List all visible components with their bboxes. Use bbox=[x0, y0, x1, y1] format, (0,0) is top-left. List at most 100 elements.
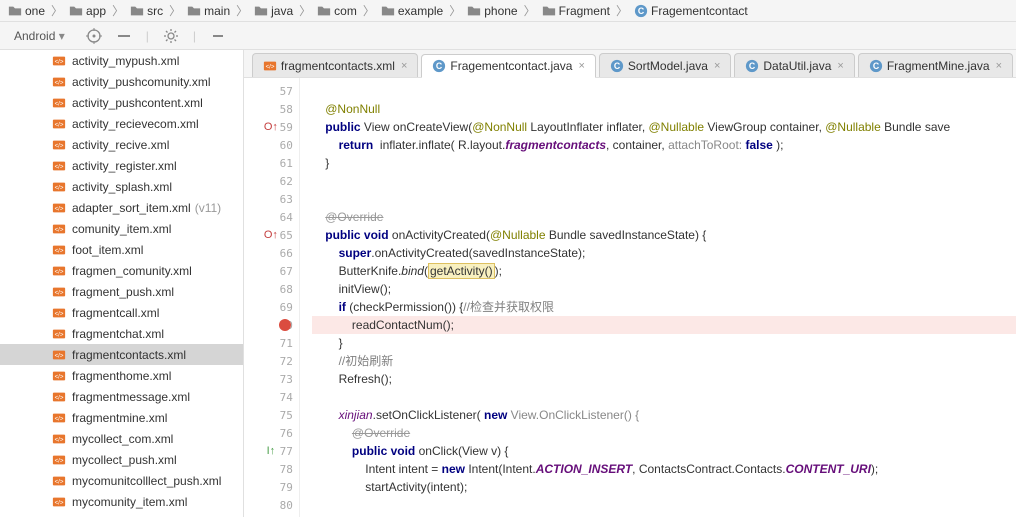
close-icon[interactable]: × bbox=[401, 60, 407, 72]
line-number[interactable]: 74 bbox=[244, 388, 299, 406]
file-item[interactable]: </>activity_recievecom.xml bbox=[0, 113, 243, 134]
file-item[interactable]: </>mycomunity_item.xml bbox=[0, 491, 243, 512]
hide-panel-icon[interactable] bbox=[210, 28, 226, 44]
override-marker[interactable]: O↑ bbox=[265, 118, 277, 136]
file-item[interactable]: </>fragmentmessage.xml bbox=[0, 386, 243, 407]
editor-tab[interactable]: CDataUtil.java× bbox=[734, 53, 854, 77]
code-line[interactable]: //初始刷新 bbox=[312, 352, 1016, 370]
line-number[interactable]: 70 bbox=[244, 316, 299, 334]
line-number[interactable]: 58 bbox=[244, 100, 299, 118]
code-line[interactable]: startActivity(intent); bbox=[312, 478, 1016, 496]
line-number[interactable]: 59O↑ bbox=[244, 118, 299, 136]
file-item[interactable]: </>fragmentmine.xml bbox=[0, 407, 243, 428]
line-number[interactable]: 63 bbox=[244, 190, 299, 208]
line-number[interactable]: 72 bbox=[244, 352, 299, 370]
line-number[interactable]: 57 bbox=[244, 82, 299, 100]
file-item[interactable]: </>fragmen_comunity.xml bbox=[0, 260, 243, 281]
file-item[interactable]: </>fragmentchat.xml bbox=[0, 323, 243, 344]
code-line[interactable] bbox=[312, 496, 1016, 514]
code-line[interactable]: ButterKnife.bind(getActivity()); bbox=[312, 262, 1016, 280]
breadcrumb-item[interactable]: app bbox=[65, 4, 110, 18]
code-line[interactable]: public void onActivityCreated(@Nullable … bbox=[312, 226, 1016, 244]
breakpoint-icon[interactable] bbox=[279, 319, 291, 331]
line-number[interactable]: 77I↑ bbox=[244, 442, 299, 460]
line-number[interactable]: 75 bbox=[244, 406, 299, 424]
line-number[interactable]: 64 bbox=[244, 208, 299, 226]
file-item[interactable]: </>activity_splash.xml bbox=[0, 176, 243, 197]
line-number[interactable]: 67 bbox=[244, 262, 299, 280]
code-line[interactable] bbox=[312, 190, 1016, 208]
line-number[interactable]: 76 bbox=[244, 424, 299, 442]
line-number[interactable]: 69 bbox=[244, 298, 299, 316]
line-number[interactable]: 66 bbox=[244, 244, 299, 262]
gear-icon[interactable] bbox=[163, 28, 179, 44]
code-line[interactable]: Intent intent = new Intent(Intent.ACTION… bbox=[312, 460, 1016, 478]
file-item[interactable]: </>foot_item.xml bbox=[0, 239, 243, 260]
code-line[interactable]: } bbox=[312, 334, 1016, 352]
editor-tab[interactable]: CFragementcontact.java× bbox=[421, 54, 596, 78]
line-number[interactable]: 60 bbox=[244, 136, 299, 154]
code-line[interactable]: @Override bbox=[312, 424, 1016, 442]
code-line[interactable]: initView(); bbox=[312, 280, 1016, 298]
line-number[interactable]: 65O↑ bbox=[244, 226, 299, 244]
line-number[interactable]: 78 bbox=[244, 460, 299, 478]
line-number[interactable]: 71 bbox=[244, 334, 299, 352]
code-line[interactable]: Refresh(); bbox=[312, 370, 1016, 388]
breadcrumb-item[interactable]: example bbox=[377, 4, 447, 18]
file-item[interactable]: </>comunity_item.xml bbox=[0, 218, 243, 239]
code-line[interactable]: super.onActivityCreated(savedInstanceSta… bbox=[312, 244, 1016, 262]
code-editor[interactable]: 575859O↑606162636465O↑666768697071727374… bbox=[244, 78, 1016, 517]
editor-tab[interactable]: CFragmentMine.java× bbox=[858, 53, 1013, 77]
line-number[interactable]: 80 bbox=[244, 496, 299, 514]
code-line[interactable]: readContactNum(); bbox=[312, 316, 1016, 334]
editor-tab[interactable]: CSortModel.java× bbox=[599, 53, 731, 77]
code-line[interactable] bbox=[312, 172, 1016, 190]
breadcrumb-item[interactable]: com bbox=[313, 4, 361, 18]
override-marker[interactable]: O↑ bbox=[265, 226, 277, 244]
breadcrumb-item[interactable]: CFragementcontact bbox=[630, 4, 752, 18]
code-line[interactable]: } bbox=[312, 154, 1016, 172]
code-line[interactable]: if (checkPermission()) {//检查并获取权限 bbox=[312, 298, 1016, 316]
file-item[interactable]: </>activity_pushcomunity.xml bbox=[0, 71, 243, 92]
code-line[interactable]: @NonNull bbox=[312, 100, 1016, 118]
code-line[interactable] bbox=[312, 82, 1016, 100]
file-item[interactable]: </>adapter_sort_item.xml(v11) bbox=[0, 197, 243, 218]
file-item[interactable]: </>activity_recive.xml bbox=[0, 134, 243, 155]
line-number[interactable]: 62 bbox=[244, 172, 299, 190]
file-item[interactable]: </>mycomunitcolllect_push.xml bbox=[0, 470, 243, 491]
project-tree[interactable]: </>activity_mypush.xml</>activity_pushco… bbox=[0, 50, 244, 517]
breadcrumb-item[interactable]: one bbox=[4, 4, 49, 18]
line-number[interactable]: 79 bbox=[244, 478, 299, 496]
file-item[interactable]: </>fragmenthome.xml bbox=[0, 365, 243, 386]
line-number[interactable]: 68 bbox=[244, 280, 299, 298]
line-number[interactable]: 61 bbox=[244, 154, 299, 172]
file-item[interactable]: </>fragment_push.xml bbox=[0, 281, 243, 302]
breadcrumb-item[interactable]: main bbox=[183, 4, 234, 18]
target-icon[interactable] bbox=[86, 28, 102, 44]
breadcrumb-item[interactable]: java bbox=[250, 4, 297, 18]
file-item[interactable]: </>fragmentcall.xml bbox=[0, 302, 243, 323]
code-line[interactable]: xinjian.setOnClickListener( new View.OnC… bbox=[312, 406, 1016, 424]
breadcrumb-item[interactable]: Fragment bbox=[538, 4, 614, 18]
breadcrumb-item[interactable]: phone bbox=[463, 4, 521, 18]
close-icon[interactable]: × bbox=[578, 60, 584, 72]
code-content[interactable]: @NonNull public View onCreateView(@NonNu… bbox=[300, 78, 1016, 517]
file-item[interactable]: </>activity_pushcontent.xml bbox=[0, 92, 243, 113]
close-icon[interactable]: × bbox=[837, 60, 843, 72]
line-number[interactable]: 73 bbox=[244, 370, 299, 388]
breadcrumb-item[interactable]: src bbox=[126, 4, 167, 18]
collapse-icon[interactable] bbox=[116, 28, 132, 44]
file-item[interactable]: </>mycollect_com.xml bbox=[0, 428, 243, 449]
file-item[interactable]: </>fragmentcontacts.xml bbox=[0, 344, 243, 365]
close-icon[interactable]: × bbox=[996, 60, 1002, 72]
close-icon[interactable]: × bbox=[714, 60, 720, 72]
code-line[interactable] bbox=[312, 388, 1016, 406]
file-item[interactable]: </>activity_register.xml bbox=[0, 155, 243, 176]
file-item[interactable]: </>mycollect_push.xml bbox=[0, 449, 243, 470]
code-line[interactable]: return inflater.inflate( R.layout.fragme… bbox=[312, 136, 1016, 154]
editor-tab[interactable]: </>fragmentcontacts.xml× bbox=[252, 53, 418, 77]
file-item[interactable]: </>activity_mypush.xml bbox=[0, 50, 243, 71]
view-mode-selector[interactable]: Android ▾ bbox=[6, 29, 73, 43]
code-line[interactable]: @Override bbox=[312, 208, 1016, 226]
implement-marker[interactable]: I↑ bbox=[265, 442, 277, 460]
